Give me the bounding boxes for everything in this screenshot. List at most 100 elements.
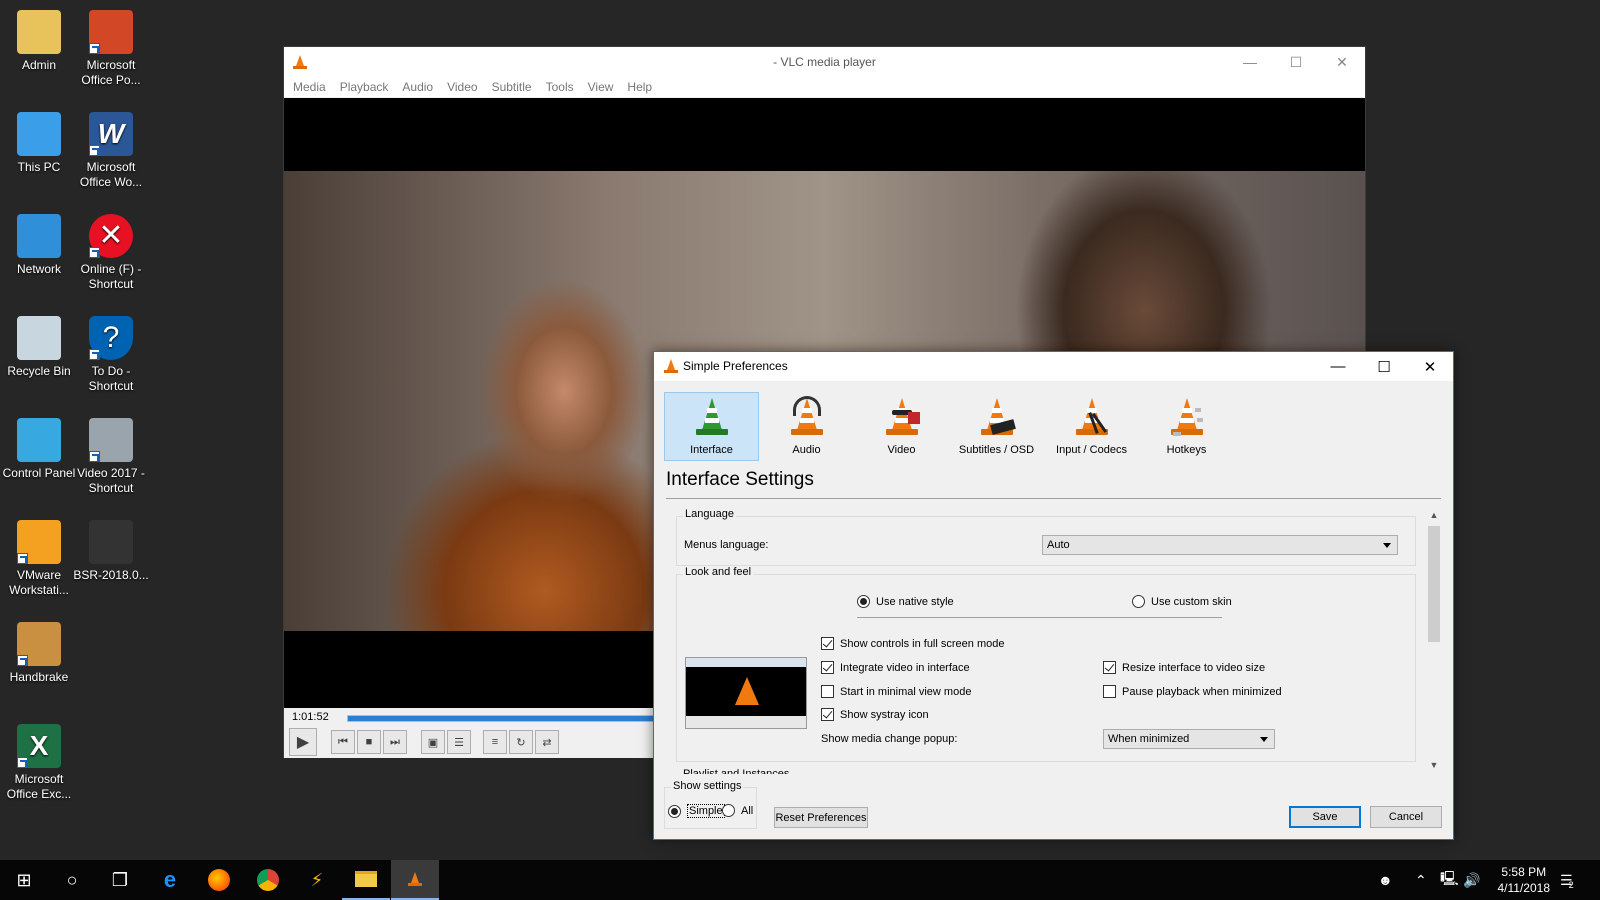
task-view-button[interactable]: ❐ (96, 860, 144, 900)
systray-checkbox[interactable]: Show systray icon (821, 708, 929, 721)
desktop-icon-label: Network (16, 262, 61, 276)
menu-view[interactable]: View (581, 80, 621, 94)
next-button[interactable]: ⏭ (383, 730, 407, 754)
category-video[interactable]: Video (854, 392, 949, 461)
custom-skin-radio[interactable]: Use custom skin (1132, 595, 1232, 608)
integrate-video-checkbox[interactable]: Integrate video in interface (821, 661, 970, 674)
simple-radio[interactable]: Simple (668, 804, 725, 818)
task-view-icon: ❐ (111, 869, 129, 890)
menu-subtitle[interactable]: Subtitle (485, 80, 539, 94)
network-tray-button[interactable]: 🖳 (1440, 860, 1459, 900)
taskbar-chrome[interactable] (244, 860, 292, 900)
checkbox-icon (821, 685, 834, 698)
taskbar-winamp[interactable]: ⚡ (293, 860, 341, 900)
shortcut-arrow-icon (17, 655, 28, 666)
taskbar-firefox[interactable] (195, 860, 243, 900)
menu-playback[interactable]: Playback (333, 80, 396, 94)
show-hidden-icons-button[interactable]: ⌃ (1415, 860, 1427, 900)
computer-icon (17, 112, 61, 156)
desktop-icon-control-panel[interactable]: Control Panel (0, 418, 78, 481)
vmware-icon (17, 520, 61, 564)
clock[interactable]: 5:58 PM 4/11/2018 (1498, 864, 1551, 896)
media-popup-select[interactable]: When minimized (1103, 729, 1275, 749)
scroll-down-icon[interactable]: ▼ (1427, 760, 1441, 774)
scroll-thumb[interactable] (1428, 526, 1440, 642)
desktop-icon-to-do-shortcut[interactable]: ? To Do - Shortcut (72, 316, 150, 394)
desktop-icon-microsoft-office-po[interactable]: Microsoft Office Po... (72, 10, 150, 88)
desktop-icon-handbrake[interactable]: Handbrake (0, 622, 78, 685)
settings-scrollbar[interactable]: ▲ ▼ (1427, 510, 1441, 774)
desktop-icon-label: Microsoft Office Wo... (79, 160, 143, 189)
play-button[interactable]: ▶ (289, 728, 317, 756)
menu-media[interactable]: Media (286, 80, 333, 94)
windows-logo-icon: ⊞ (16, 869, 32, 890)
minimize-button[interactable]: — (1227, 47, 1273, 77)
shortcut-arrow-icon (89, 349, 100, 360)
prefs-title: Simple Preferences (683, 359, 788, 373)
minimal-view-checkbox[interactable]: Start in minimal view mode (821, 685, 971, 698)
category-interface[interactable]: Interface (664, 392, 759, 461)
menus-language-select[interactable]: Auto (1042, 535, 1398, 555)
desktop-icon-label: This PC (17, 160, 61, 174)
network-icon (17, 214, 61, 258)
desktop-icon-recycle-bin[interactable]: Recycle Bin (0, 316, 78, 379)
loop-button[interactable]: ↻ (509, 730, 533, 754)
desktop-icon-video-2017-shortcut[interactable]: Video 2017 - Shortcut (72, 418, 150, 496)
prefs-close-button[interactable]: ✕ (1407, 352, 1453, 381)
fullscreen-controls-checkbox[interactable]: Show controls in full screen mode (821, 637, 1004, 650)
cancel-button[interactable]: Cancel (1370, 806, 1442, 828)
chevron-down-icon (1383, 543, 1391, 548)
integrate-video-label: Integrate video in interface (840, 661, 970, 674)
edge-icon: e (163, 867, 177, 892)
menu-help[interactable]: Help (620, 80, 659, 94)
desktop-icon-online-f-shortcut[interactable]: ✕ Online (F) - Shortcut (72, 214, 150, 292)
menu-video[interactable]: Video (440, 80, 484, 94)
category-hotkeys[interactable]: Hotkeys (1139, 392, 1234, 461)
category-label: Video (887, 444, 916, 456)
close-button[interactable]: ✕ (1319, 47, 1365, 77)
all-radio[interactable]: All (722, 804, 753, 817)
resize-interface-label: Resize interface to video size (1122, 661, 1266, 674)
desktop-icon-network[interactable]: Network (0, 214, 78, 277)
maximize-button[interactable]: ☐ (1273, 47, 1319, 77)
category-subtitles-osd[interactable]: Subtitles / OSD (949, 392, 1044, 461)
category-audio[interactable]: Audio (759, 392, 854, 461)
extended-settings-button[interactable]: ☰ (447, 730, 471, 754)
resize-interface-checkbox[interactable]: Resize interface to video size (1103, 661, 1265, 674)
action-center-button[interactable]: ☰ 2 (1560, 860, 1574, 900)
search-button[interactable]: ○ (48, 860, 96, 900)
shortcut-arrow-icon (89, 43, 100, 54)
desktop-icon-bsr-2018-0[interactable]: BSR-2018.0... (72, 520, 150, 583)
category-input-codecs[interactable]: Input / Codecs (1044, 392, 1139, 461)
scroll-up-icon[interactable]: ▲ (1427, 510, 1441, 524)
native-style-radio[interactable]: Use native style (857, 595, 954, 608)
people-button[interactable]: ☻ (1378, 860, 1393, 900)
loop-icon: ↻ (516, 736, 526, 749)
desktop-icon-this-pc[interactable]: This PC (0, 112, 78, 175)
prefs-maximize-button[interactable]: ☐ (1361, 352, 1407, 381)
fullscreen-button[interactable]: ▣ (421, 730, 445, 754)
playlist-button[interactable]: ≡ (483, 730, 507, 754)
menu-tools[interactable]: Tools (539, 80, 581, 94)
save-button[interactable]: Save (1289, 806, 1361, 828)
vlc-menubar: Media Playback Audio Video Subtitle Tool… (284, 77, 1365, 97)
previous-button[interactable]: ⏮ (331, 730, 355, 754)
start-button[interactable]: ⊞ (0, 860, 48, 900)
menu-audio[interactable]: Audio (395, 80, 440, 94)
shuffle-button[interactable]: ⇄ (535, 730, 559, 754)
reset-preferences-button[interactable]: Reset Preferences (774, 807, 868, 828)
desktop-icon-admin[interactable]: Admin (0, 10, 78, 73)
stop-button[interactable]: ■ (357, 730, 381, 754)
desktop-icon-microsoft-office-exc[interactable]: X Microsoft Office Exc... (0, 724, 78, 802)
pause-minimized-checkbox[interactable]: Pause playback when minimized (1103, 685, 1282, 698)
style-divider (857, 617, 1222, 618)
shortcut-arrow-icon (89, 247, 100, 258)
shortcut-arrow-icon (17, 553, 28, 564)
taskbar-file-explorer[interactable] (342, 860, 390, 900)
taskbar-edge[interactable]: e (146, 860, 194, 900)
prefs-minimize-button[interactable]: — (1315, 352, 1361, 381)
desktop-icon-microsoft-office-wo[interactable]: W Microsoft Office Wo... (72, 112, 150, 190)
taskbar-vlc[interactable] (391, 860, 439, 900)
volume-tray-button[interactable]: 🔊 (1463, 860, 1480, 900)
desktop-icon-vmware-workstati[interactable]: VMware Workstati... (0, 520, 78, 598)
